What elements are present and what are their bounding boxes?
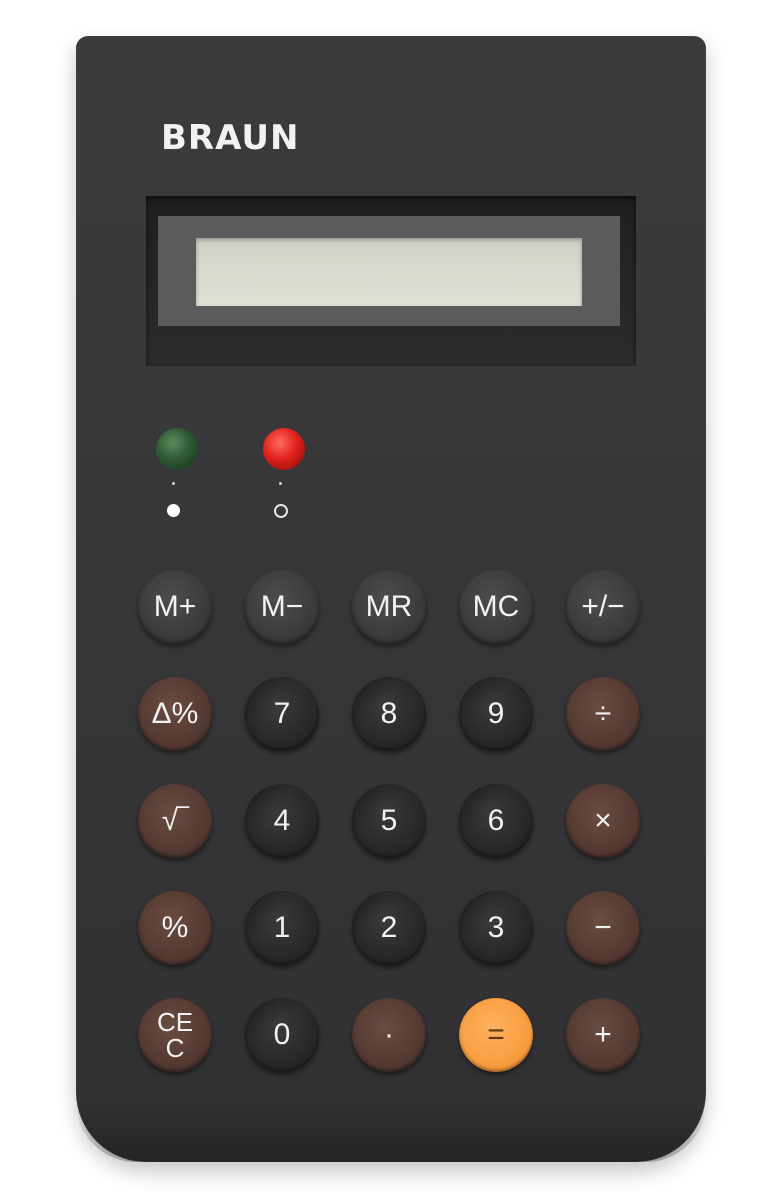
key-label: MC <box>472 590 520 623</box>
divide-button[interactable]: ÷ <box>566 677 640 751</box>
key-label: + <box>594 1018 612 1051</box>
key-label: 2 <box>380 911 398 944</box>
digit-8-button[interactable]: 8 <box>352 677 426 751</box>
delta-percent-button[interactable]: Δ% <box>138 677 212 751</box>
percent-button[interactable]: % <box>138 891 212 965</box>
brand-logo: BRAUN <box>161 118 300 158</box>
memory-minus-button[interactable]: M− <box>245 570 319 644</box>
digit-4-button[interactable]: 4 <box>245 784 319 858</box>
key-label: · <box>384 1018 394 1051</box>
digit-2-button[interactable]: 2 <box>352 891 426 965</box>
indicator-tick <box>172 482 175 485</box>
plus-minus-button[interactable]: +/− <box>566 570 640 644</box>
square-root-button[interactable]: √‾ <box>138 784 212 858</box>
key-label: 9 <box>487 697 505 730</box>
key-label: 1 <box>273 911 291 944</box>
clear-entry-button[interactable]: CE C <box>138 998 212 1072</box>
indicator-tick <box>279 482 282 485</box>
digit-5-button[interactable]: 5 <box>352 784 426 858</box>
digit-7-button[interactable]: 7 <box>245 677 319 751</box>
key-label: % <box>161 911 189 944</box>
filled-dot-icon <box>167 504 180 517</box>
decimal-point-button[interactable]: · <box>352 998 426 1072</box>
key-label: 6 <box>487 804 505 837</box>
red-indicator-light <box>263 428 305 470</box>
key-label: = <box>487 1018 505 1051</box>
key-label: 8 <box>380 697 398 730</box>
equals-button[interactable]: = <box>459 998 533 1072</box>
key-label: +/− <box>581 590 625 623</box>
digit-0-button[interactable]: 0 <box>245 998 319 1072</box>
calculator-body: BRAUN M+ M− MR MC +/− Δ% 7 8 9 ÷ √‾ 4 5 … <box>76 36 706 1162</box>
memory-recall-button[interactable]: MR <box>352 570 426 644</box>
key-label: ÷ <box>594 697 612 730</box>
lcd-display <box>196 238 582 306</box>
key-label: MR <box>365 590 413 623</box>
key-label: 4 <box>273 804 291 837</box>
key-label: 7 <box>273 697 291 730</box>
multiply-button[interactable]: × <box>566 784 640 858</box>
key-label: × <box>594 804 612 837</box>
display-frame <box>146 196 636 366</box>
key-label: 5 <box>380 804 398 837</box>
digit-6-button[interactable]: 6 <box>459 784 533 858</box>
green-indicator-light <box>156 428 198 470</box>
digit-1-button[interactable]: 1 <box>245 891 319 965</box>
hollow-dot-icon <box>274 504 288 518</box>
key-label: M+ <box>153 590 197 623</box>
key-label: 0 <box>273 1018 291 1051</box>
memory-plus-button[interactable]: M+ <box>138 570 212 644</box>
key-label: Δ% <box>151 697 199 730</box>
key-label: √‾ <box>161 804 189 837</box>
key-label: CE C <box>156 1007 194 1063</box>
subtract-button[interactable]: − <box>566 891 640 965</box>
digit-3-button[interactable]: 3 <box>459 891 533 965</box>
key-label: 3 <box>487 911 505 944</box>
add-button[interactable]: + <box>566 998 640 1072</box>
key-label: − <box>594 911 612 944</box>
memory-clear-button[interactable]: MC <box>459 570 533 644</box>
display-bezel <box>158 216 620 326</box>
digit-9-button[interactable]: 9 <box>459 677 533 751</box>
key-label: M− <box>260 590 304 623</box>
